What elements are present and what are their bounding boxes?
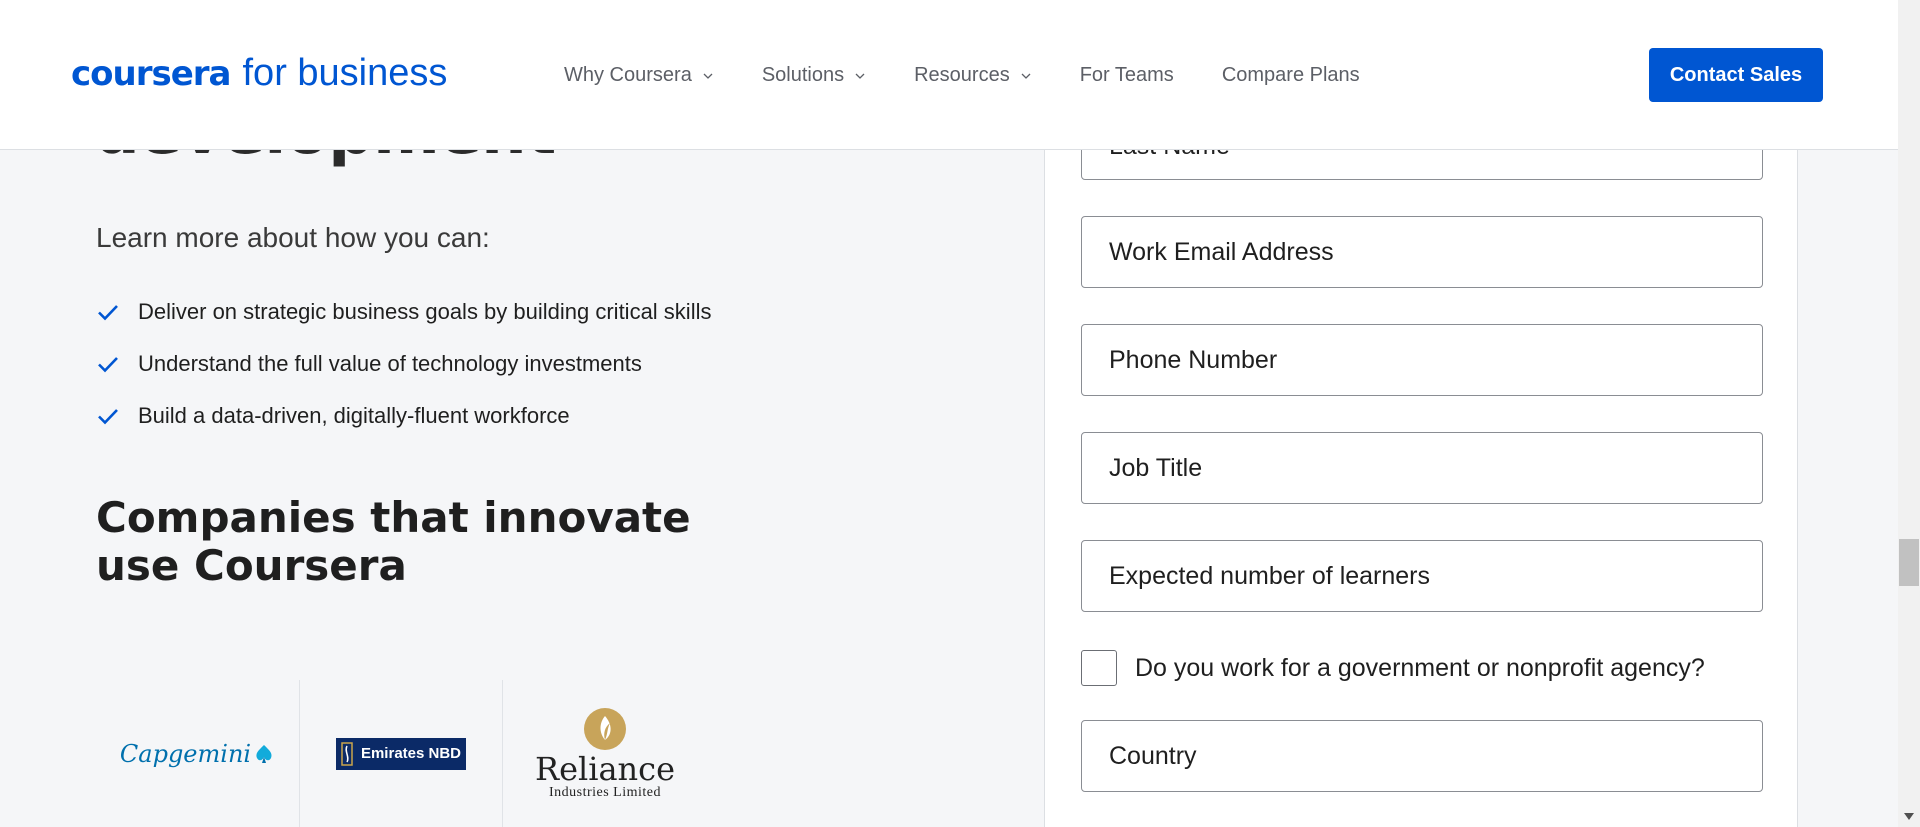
capgemini-logo-text: Capgemini	[119, 739, 252, 768]
nonprofit-checkbox-row: Do you work for a government or nonprofi…	[1081, 650, 1705, 686]
learners-count-placeholder: Expected number of learners	[1109, 561, 1431, 590]
reliance-logo: Reliance Industries Limited	[503, 680, 707, 827]
logo-suffix-text: for business	[242, 52, 448, 94]
nav-solutions[interactable]: Solutions	[762, 64, 866, 87]
reliance-flame-icon	[583, 707, 626, 750]
nav-resources[interactable]: Resources	[914, 64, 1032, 87]
benefit-item: Deliver on strategic business goals by b…	[96, 286, 711, 338]
nav-label: For Teams	[1079, 64, 1174, 86]
phone-number-field[interactable]: Phone Number	[1081, 324, 1763, 396]
company-logos: Capgemini Emirates NBD Reliance Industri…	[96, 680, 707, 827]
benefit-text: Deliver on strategic business goals by b…	[138, 299, 712, 324]
nav-label: Why Coursera	[564, 64, 692, 86]
country-select[interactable]: Country	[1081, 720, 1763, 792]
scroll-down-arrow-icon[interactable]	[1904, 813, 1914, 821]
checkmark-icon	[96, 352, 120, 376]
nav-label: Resources	[914, 64, 1010, 86]
nonprofit-checkbox[interactable]	[1081, 650, 1117, 686]
learn-more-heading: Learn more about how you can:	[96, 222, 490, 253]
nav-compare-plans[interactable]: Compare Plans	[1222, 64, 1360, 87]
companies-heading: Companies that innovate use Coursera	[96, 493, 691, 590]
nav-label: Compare Plans	[1221, 64, 1360, 86]
job-title-placeholder: Job Title	[1109, 453, 1203, 482]
country-placeholder: Country	[1109, 741, 1197, 770]
benefits-list: Deliver on strategic business goals by b…	[96, 286, 711, 442]
reliance-logo-text: Reliance	[534, 749, 676, 788]
scrollbar-thumb[interactable]	[1899, 539, 1919, 586]
chevron-down-icon	[1020, 70, 1032, 82]
nav-why-coursera[interactable]: Why Coursera	[564, 64, 714, 87]
emirates-nbd-mark-icon	[341, 741, 353, 766]
work-email-placeholder: Work Email Address	[1109, 237, 1334, 266]
work-email-field[interactable]: Work Email Address	[1081, 216, 1763, 288]
emirates-nbd-logo-text: Emirates NBD	[360, 745, 462, 762]
coursera-for-business-logo[interactable]: coursera for business	[71, 52, 447, 95]
job-title-field[interactable]: Job Title	[1081, 432, 1763, 504]
nonprofit-checkbox-label[interactable]: Do you work for a government or nonprofi…	[1135, 654, 1705, 683]
benefit-item: Understand the full value of technology …	[96, 338, 711, 390]
chevron-down-icon	[702, 70, 714, 82]
reliance-logo-subtext: Industries Limited	[548, 784, 662, 800]
capgemini-spade-icon	[256, 744, 272, 763]
capgemini-logo: Capgemini	[96, 680, 300, 827]
emirates-nbd-logo: Emirates NBD	[300, 680, 503, 827]
nav-label: Solutions	[761, 64, 845, 86]
site-header: coursera for business Why Coursera Solut…	[0, 0, 1898, 150]
benefit-item: Build a data-driven, digitally-fluent wo…	[96, 390, 711, 442]
benefit-text: Build a data-driven, digitally-fluent wo…	[138, 403, 570, 428]
checkmark-icon	[96, 404, 120, 428]
contact-sales-button[interactable]: Contact Sales	[1649, 48, 1823, 102]
phone-number-placeholder: Phone Number	[1109, 345, 1278, 374]
nav-for-teams[interactable]: For Teams	[1080, 64, 1174, 87]
chevron-down-icon	[854, 70, 866, 82]
learners-count-field[interactable]: Expected number of learners	[1081, 540, 1763, 612]
checkmark-icon	[96, 300, 120, 324]
benefit-text: Understand the full value of technology …	[138, 351, 642, 376]
logo-brand-text: coursera	[71, 54, 231, 94]
main-nav: Why Coursera Solutions Resources For Tea…	[564, 64, 1408, 87]
page-scrollbar[interactable]	[1898, 0, 1920, 827]
